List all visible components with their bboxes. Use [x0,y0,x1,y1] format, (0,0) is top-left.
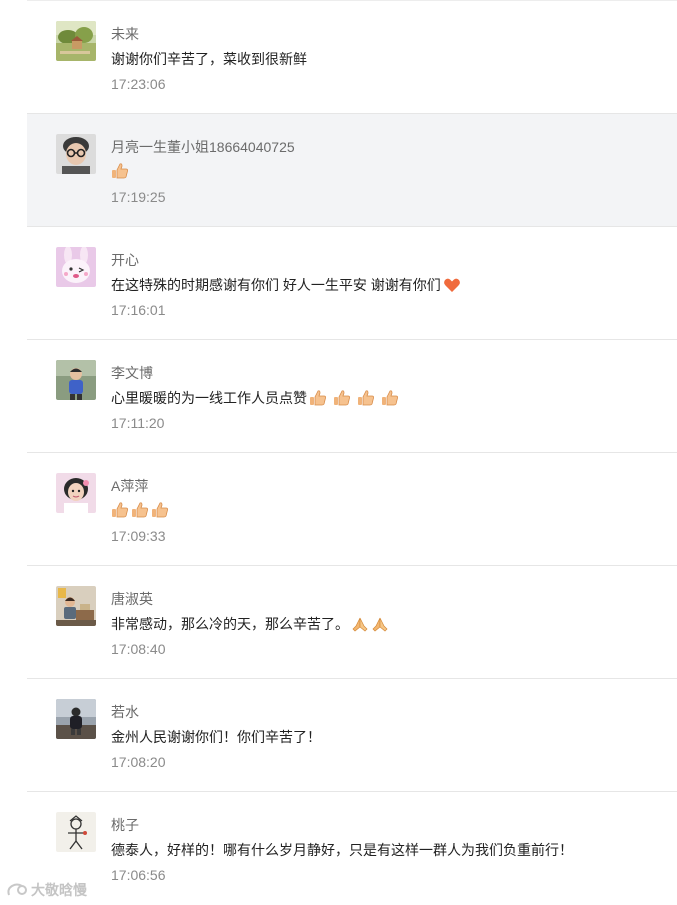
comment-time: 17:23:06 [111,76,166,92]
comment-text-body: 金州人民谢谢你们！你们辛苦了！ [111,729,321,745]
glasses-portrait-avatar-icon[interactable] [56,134,96,174]
indoor-portrait-avatar-icon[interactable] [56,586,96,626]
comment-item: 李文博 心里暖暖的为一线工作人员点赞 17:11:20 [27,339,677,452]
comment-time: 17:11:20 [111,415,165,431]
comment-text: 金州人民谢谢你们！你们辛苦了！ [111,727,321,747]
comment-text [111,501,169,519]
seaside-portrait-avatar-icon[interactable] [56,699,96,739]
praying-hands-icon [371,615,389,633]
comment-nickname: 月亮一生董小姐18664040725 [111,139,295,155]
comment-list: 未来 谢谢你们辛苦了，菜收到很新鲜 17:23:06 月亮一生董小姐186640… [27,0,677,904]
thumbs-up-icon [151,501,169,519]
comment-text-body: 谢谢你们辛苦了，菜收到很新鲜 [111,51,307,67]
comment-text: 谢谢你们辛苦了，菜收到很新鲜 [111,49,307,69]
comment-nickname: 开心 [111,252,139,268]
comment-nickname: A萍萍 [111,478,149,494]
watermark: 大敬晗慢 [6,880,87,900]
thumbs-up-icon [111,501,129,519]
comment-text: 德泰人，好样的！哪有什么岁月静好，只是有这样一群人为我们负重前行！ [111,840,573,860]
comment-time: 17:09:33 [111,528,166,544]
comment-time: 17:08:40 [111,641,166,657]
thumbs-up-icon [381,389,399,407]
child-portrait-avatar-icon[interactable] [56,360,96,400]
comment-item: 唐淑英 非常感动，那么冷的天，那么辛苦了。 17:08:40 [27,565,677,678]
thumbs-up-icon [357,389,375,407]
thumbs-up-icon [333,389,351,407]
comment-text: 非常感动，那么冷的天，那么辛苦了。 [111,614,389,634]
comment-nickname: 李文博 [111,365,153,381]
comment-text-body: 德泰人，好样的！哪有什么岁月静好，只是有这样一群人为我们负重前行！ [111,842,573,858]
comment-item: 桃子 德泰人，好样的！哪有什么岁月静好，只是有这样一群人为我们负重前行！ 17:… [27,791,677,904]
comment-time: 17:16:01 [111,302,166,318]
comment-item: 未来 谢谢你们辛苦了，菜收到很新鲜 17:23:06 [27,0,677,113]
comment-time: 17:19:25 [111,189,166,205]
comment-time: 17:08:20 [111,754,166,770]
comment-text-body: 非常感动，那么冷的天，那么辛苦了。 [111,616,349,632]
watermark-text: 大敬晗慢 [31,882,87,898]
comment-item: 若水 金州人民谢谢你们！你们辛苦了！ 17:08:20 [27,678,677,791]
comment-text: 在这特殊的时期感谢有你们 好人一生平安 谢谢有你们 [111,275,461,295]
girl-portrait-avatar-icon[interactable] [56,473,96,513]
comment-nickname: 桃子 [111,817,139,833]
thumbs-up-icon [111,162,129,180]
comment-item: 月亮一生董小姐18664040725 17:19:25 [27,113,677,226]
comment-item: 开心 在这特殊的时期感谢有你们 好人一生平安 谢谢有你们 17:16:01 [27,226,677,339]
thumbs-up-icon [309,389,327,407]
heart-icon [443,276,461,294]
comment-text-body: 在这特殊的时期感谢有你们 好人一生平安 谢谢有你们 [111,277,441,293]
landscape-avatar-icon[interactable] [56,21,96,61]
comment-nickname: 未来 [111,26,139,42]
praying-hands-icon [351,615,369,633]
watermark-logo-icon [6,881,28,899]
sketch-figure-avatar-icon[interactable] [56,812,96,852]
comment-nickname: 唐淑英 [111,591,153,607]
thumbs-up-icon [131,501,149,519]
comment-nickname: 若水 [111,704,139,720]
comment-text-body: 心里暖暖的为一线工作人员点赞 [111,390,307,406]
cartoon-bunny-avatar-icon[interactable] [56,247,96,287]
comment-item: A萍萍 17:09:33 [27,452,677,565]
comment-text [111,162,129,180]
comment-text: 心里暖暖的为一线工作人员点赞 [111,388,399,408]
comment-time: 17:06:56 [111,867,166,883]
